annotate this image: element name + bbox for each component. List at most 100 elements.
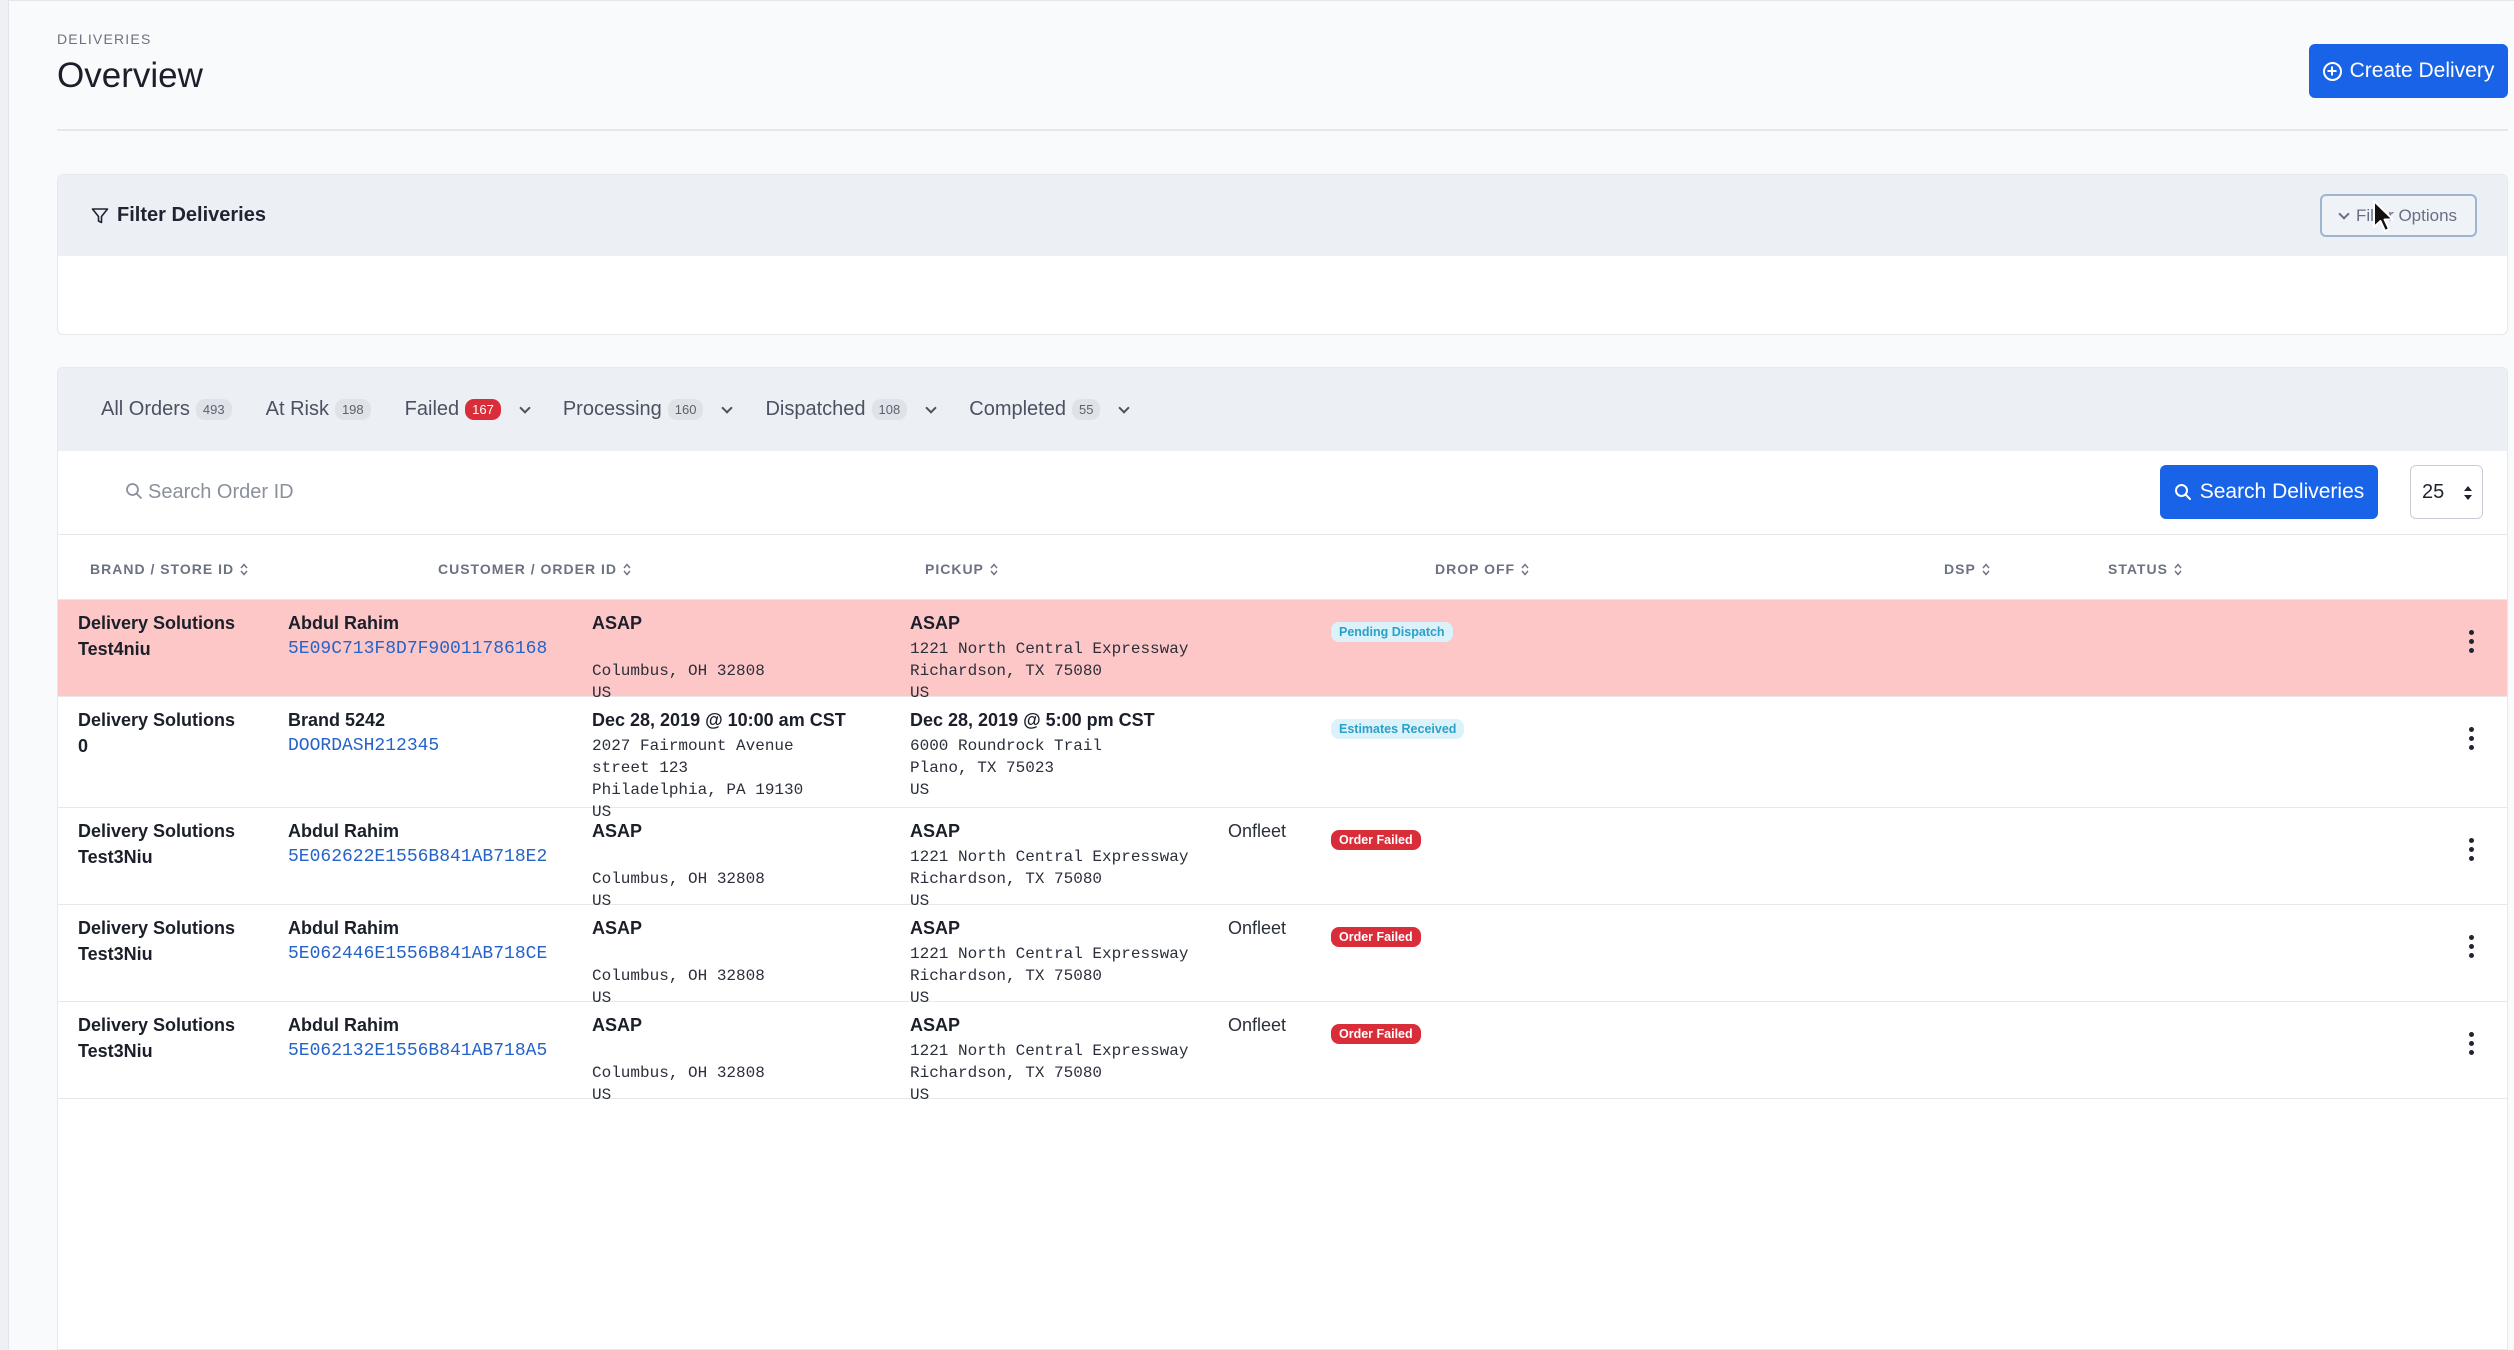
chevron-down-icon[interactable] (721, 401, 734, 414)
order-id-link[interactable]: 5E062132E1556B841AB718A5 (288, 1038, 547, 1064)
tab-at-risk[interactable]: At Risk 198 (266, 398, 371, 421)
brand-name: Delivery Solutions (78, 918, 236, 938)
chevron-down-icon[interactable] (1118, 401, 1131, 414)
header-divider (57, 129, 2508, 131)
brand-name: Delivery Solutions (78, 1015, 236, 1035)
chevron-down-icon[interactable] (519, 401, 531, 414)
breadcrumb: DELIVERIES (57, 31, 152, 47)
dropoff-address-line: 1221 North Central Expressway (910, 640, 1189, 658)
dsp-name: Onfleet (1228, 821, 1287, 841)
tab-label: Completed (969, 398, 1066, 420)
customer-name: Abdul Rahim (288, 821, 399, 841)
pickup-address-line: Columbus, OH 32808 (592, 967, 765, 985)
tab-label: Dispatched (765, 398, 866, 420)
top-divider (9, 0, 2514, 1)
tab-label: At Risk (265, 398, 329, 420)
order-id-link[interactable]: 5E09C713F8D7F90011786168 (288, 636, 547, 662)
status-badge: Order Failed (1331, 1024, 1421, 1044)
filter-title-label: Filter Deliveries (117, 204, 266, 226)
dropoff-address-line: Richardson, TX 75080 (910, 662, 1103, 680)
dropoff-address-line: 1221 North Central Expressway (910, 945, 1189, 963)
create-delivery-label: Create Delivery (2349, 59, 2495, 82)
tab-failed[interactable]: Failed 167 (405, 398, 531, 421)
table-row[interactable]: Delivery Solutions Test3Niu Abdul Rahim 5E0… (58, 1002, 2507, 1104)
chevron-down-icon[interactable] (925, 401, 937, 414)
status-tabs: All Orders 493 At Risk 198 Failed 167 Processi… (58, 368, 2507, 451)
filter-panel: Filter Deliveries Filter Options (57, 174, 2508, 335)
brand-name: Delivery Solutions (78, 821, 236, 841)
tab-count-badge: 198 (334, 399, 371, 420)
status-badge: Order Failed (1331, 830, 1421, 850)
page-title: Overview (57, 56, 203, 95)
pickup-time: ASAP (592, 613, 643, 633)
column-brand-store[interactable]: BRAND / STORE ID (90, 561, 248, 577)
pickup-address-line: 2027 Fairmount Avenue (592, 737, 794, 755)
dropoff-address-line: 1221 North Central Expressway (910, 1042, 1189, 1060)
tab-count-badge: 160 (667, 399, 704, 420)
table-row[interactable]: Delivery Solutions Test3Niu Abdul Rahim 5E0… (58, 808, 2507, 910)
table-header: BRAND / STORE ID CUSTOMER / ORDER ID PIC… (58, 535, 2507, 600)
create-delivery-button[interactable]: Create Delivery (2309, 44, 2508, 98)
table-row[interactable]: Delivery Solutions Test4niu Abdul Rahim 5E0… (58, 600, 2507, 702)
row-actions-icon[interactable] (2467, 838, 2475, 864)
filter-options-button[interactable]: Filter Options (2320, 194, 2477, 237)
tab-completed[interactable]: Completed 55 (969, 398, 1131, 421)
table-row[interactable]: Delivery Solutions Test3Niu Abdul Rahim 5E0… (58, 905, 2507, 1007)
order-id-link[interactable]: 5E062622E1556B841AB718E2 (288, 844, 547, 870)
tab-label: Processing (562, 398, 662, 420)
column-status[interactable]: STATUS (2108, 561, 2182, 577)
store-id: Test3Niu (78, 944, 153, 964)
tab-processing[interactable]: Processing 160 (562, 398, 734, 421)
tab-count-badge: 167 (465, 399, 501, 420)
pickup-address-line: Columbus, OH 32808 (592, 870, 765, 888)
filter-panel-header: Filter Deliveries Filter Options (58, 175, 2507, 256)
row-actions-icon[interactable] (2467, 630, 2475, 656)
sort-icon (1521, 562, 1529, 576)
order-id-link[interactable]: DOORDASH212345 (288, 733, 439, 759)
column-pickup[interactable]: PICKUP (925, 561, 998, 577)
row-actions-icon[interactable] (2467, 727, 2475, 753)
tab-all-orders[interactable]: All Orders 493 (101, 398, 232, 421)
column-customer-order[interactable]: CUSTOMER / ORDER ID (438, 561, 631, 577)
pickup-address-line: Columbus, OH 32808 (592, 662, 765, 680)
dropoff-address-line: Richardson, TX 75080 (910, 967, 1103, 985)
dropoff-address-line: Richardson, TX 75080 (910, 870, 1103, 888)
customer-name: Abdul Rahim (288, 613, 399, 633)
sort-icon (990, 562, 998, 576)
dropoff-time: ASAP (910, 613, 961, 633)
column-dropoff[interactable]: DROP OFF (1435, 561, 1529, 577)
pickup-time: ASAP (592, 821, 643, 841)
tab-count-badge: 493 (195, 399, 232, 420)
pickup-address-line: Philadelphia, PA 19130 (592, 781, 804, 799)
status-badge: Pending Dispatch (1331, 622, 1453, 642)
pickup-address-line: Columbus, OH 32808 (592, 1064, 765, 1082)
column-dsp[interactable]: DSP (1944, 561, 1990, 577)
row-actions-icon[interactable] (2467, 1032, 2475, 1058)
sort-icon (240, 562, 248, 576)
search-deliveries-button[interactable]: Search Deliveries (2160, 465, 2378, 519)
row-actions-icon[interactable] (2467, 935, 2475, 961)
search-order-input[interactable] (148, 472, 748, 512)
search-icon (126, 483, 142, 499)
updown-arrows-icon (2464, 486, 2472, 500)
filter-title: Filter Deliveries (91, 204, 266, 227)
dropoff-time: ASAP (910, 918, 961, 938)
filter-icon (91, 207, 109, 223)
dropoff-time: ASAP (910, 1015, 961, 1035)
dropoff-address-line: 1221 North Central Expressway (910, 848, 1189, 866)
dropoff-address-line: US (910, 781, 930, 799)
customer-name: Abdul Rahim (288, 918, 399, 938)
tab-dispatched[interactable]: Dispatched 108 (765, 398, 937, 421)
page-size-select[interactable]: 25 (2410, 465, 2483, 519)
sort-icon (1982, 562, 1990, 576)
pickup-address-line: street 123 (592, 759, 689, 777)
pickup-address-line: US (592, 1086, 612, 1104)
sort-icon (623, 562, 631, 576)
sort-icon (2174, 562, 2182, 576)
dropoff-time: ASAP (910, 821, 961, 841)
order-id-link[interactable]: 5E062446E1556B841AB718CE (288, 941, 547, 967)
table-row[interactable]: Delivery Solutions 0 Brand 5242 DOORDASH212… (58, 697, 2507, 821)
dropoff-address-line: Richardson, TX 75080 (910, 1064, 1103, 1082)
dropoff-address-line: 6000 Roundrock Trail (910, 737, 1103, 755)
orders-panel: All Orders 493 At Risk 198 Failed 167 Processi… (57, 367, 2508, 1350)
